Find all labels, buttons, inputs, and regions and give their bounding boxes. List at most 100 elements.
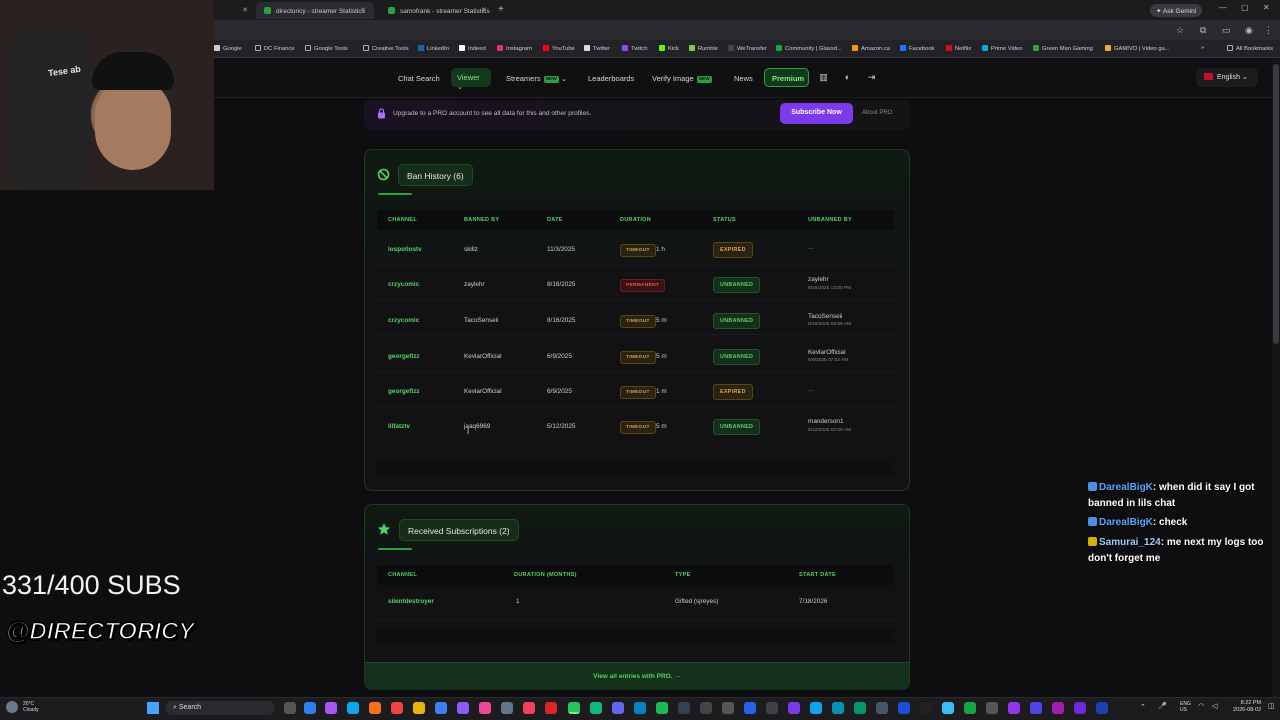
- app-icon[interactable]: [590, 702, 602, 714]
- app-icon[interactable]: [810, 702, 822, 714]
- bookmark-amazon[interactable]: Amazon.ca: [852, 45, 890, 52]
- app-icon[interactable]: [523, 702, 535, 714]
- view-all-pro-link[interactable]: View all entries with PRO. →: [365, 662, 909, 690]
- opera-icon[interactable]: [545, 702, 557, 714]
- notification-icon[interactable]: ◫: [1268, 702, 1275, 710]
- bookmark-netflix[interactable]: Netflix: [946, 45, 971, 52]
- menu-icon[interactable]: ⋮: [1264, 25, 1273, 36]
- scrollbar-thumb[interactable]: [1273, 64, 1279, 344]
- app-icon[interactable]: [678, 702, 690, 714]
- extensions-icon[interactable]: ⧉: [1200, 25, 1206, 36]
- nav-viewer[interactable]: Viewer ⌄: [451, 68, 491, 91]
- bookmark-gamivo[interactable]: GAMIVO | Video ga...: [1105, 45, 1170, 52]
- close-icon[interactable]: ✕: [360, 6, 366, 14]
- bookmark-rumble[interactable]: Rumble: [689, 45, 718, 52]
- app-icon[interactable]: [964, 702, 976, 714]
- maximize-icon[interactable]: ▢: [1241, 3, 1249, 12]
- bookmark-wetransfer[interactable]: WeTransfer: [728, 45, 767, 52]
- app-icon[interactable]: [1008, 702, 1020, 714]
- close-window-icon[interactable]: ✕: [1263, 3, 1270, 12]
- nav-chat-search[interactable]: Chat Search: [398, 74, 440, 83]
- channel-link[interactable]: lilfatztv: [388, 423, 410, 430]
- login-icon[interactable]: ⇥: [863, 68, 880, 87]
- app-icon[interactable]: [766, 702, 778, 714]
- app-icon[interactable]: [942, 702, 954, 714]
- app-icon[interactable]: [1030, 702, 1042, 714]
- minimize-icon[interactable]: —: [1219, 3, 1227, 12]
- app-icon[interactable]: [788, 702, 800, 714]
- bookmark-instagram[interactable]: Instagram: [497, 45, 532, 52]
- about-pro-link[interactable]: About PRO: [862, 110, 892, 116]
- chevron-more-icon[interactable]: »: [1201, 45, 1204, 51]
- bookmark-google-tools[interactable]: Google Tools: [305, 45, 348, 52]
- profile-icon[interactable]: ◉: [1245, 25, 1253, 36]
- language-indicator[interactable]: ENG US: [1180, 701, 1191, 713]
- language-select[interactable]: English ⌄: [1196, 68, 1258, 87]
- app-icon[interactable]: [457, 702, 469, 714]
- app-icon[interactable]: [1096, 702, 1108, 714]
- premium-button[interactable]: Premium: [764, 68, 809, 87]
- bookmark-green-man-gaming[interactable]: Green Man Gaming: [1033, 45, 1093, 52]
- close-icon[interactable]: ✕: [481, 6, 487, 14]
- bookmark-prime-video[interactable]: Prime Video: [982, 45, 1022, 52]
- tray-chevron-icon[interactable]: ⌃: [1140, 703, 1146, 711]
- app-icon[interactable]: [986, 702, 998, 714]
- task-view-icon[interactable]: [284, 702, 296, 714]
- weather-widget[interactable]: 20°C Cloudy: [23, 701, 39, 713]
- app-icon[interactable]: [1074, 702, 1086, 714]
- star-icon[interactable]: ☆: [1176, 25, 1184, 36]
- app-icon[interactable]: [744, 702, 756, 714]
- app-icon[interactable]: [501, 702, 513, 714]
- bookmark-dc-finance[interactable]: DC Finance: [255, 45, 295, 52]
- discord-icon[interactable]: ◐: [839, 68, 856, 87]
- volume-icon[interactable]: ◁: [1212, 702, 1217, 710]
- screen-icon[interactable]: ▭: [1222, 25, 1231, 36]
- taskbar-search[interactable]: ⌕ Search: [165, 701, 275, 715]
- tab-partial[interactable]: ✕: [214, 2, 256, 19]
- app-icon[interactable]: [325, 702, 337, 714]
- spotify-icon[interactable]: [656, 702, 668, 714]
- wifi-icon[interactable]: ◠: [1198, 702, 1204, 710]
- nav-leaderboards[interactable]: Leaderboards: [588, 74, 634, 83]
- tab-samofrank[interactable]: samofrank - streamer Statistics ✕: [380, 2, 495, 19]
- windows-start-icon[interactable]: [147, 702, 159, 714]
- bookmark-twitch[interactable]: Twitch: [622, 45, 647, 52]
- app-icon[interactable]: [898, 702, 910, 714]
- bookmark-google[interactable]: Google: [214, 45, 242, 52]
- bookmark-facebook[interactable]: Facebook: [900, 45, 934, 52]
- brave-icon[interactable]: [391, 702, 403, 714]
- all-bookmarks[interactable]: All Bookmarks: [1227, 45, 1273, 52]
- app-icon[interactable]: [1052, 702, 1064, 714]
- app-icon[interactable]: [722, 702, 734, 714]
- chrome-icon[interactable]: [568, 702, 580, 714]
- app-icon[interactable]: [634, 702, 646, 714]
- weather-icon[interactable]: [6, 701, 18, 713]
- taskbar-clock[interactable]: 8:22 PM 2026-08-02: [1233, 700, 1261, 714]
- channel-link[interactable]: crzycomic: [388, 317, 419, 324]
- bookmark-community[interactable]: Community | Glassd...: [776, 45, 842, 52]
- app-icon[interactable]: [479, 702, 491, 714]
- store-icon[interactable]: [435, 702, 447, 714]
- file-explorer-icon[interactable]: [413, 702, 425, 714]
- x-app-icon[interactable]: [920, 702, 932, 714]
- firefox-icon[interactable]: [369, 702, 381, 714]
- capcut-icon[interactable]: [700, 702, 712, 714]
- tab-directoricy[interactable]: directoricy - streamer Statistics ✕: [256, 2, 374, 19]
- app-icon[interactable]: [876, 702, 888, 714]
- mic-icon[interactable]: 🎤: [1158, 702, 1167, 710]
- channel-link[interactable]: lospollostv: [388, 246, 422, 253]
- bookmark-linkedin[interactable]: LinkedIn: [418, 45, 449, 52]
- chart-icon[interactable]: ▥: [815, 68, 832, 87]
- app-icon[interactable]: [832, 702, 844, 714]
- new-tab-icon[interactable]: +: [498, 4, 504, 15]
- channel-link[interactable]: silentdestroyer: [388, 598, 434, 605]
- app-icon[interactable]: [854, 702, 866, 714]
- bookmark-twitter[interactable]: Twitter: [584, 45, 610, 52]
- nav-verify-image[interactable]: Verify Image NEW: [652, 74, 712, 83]
- bookmark-youtube[interactable]: YouTube: [543, 45, 575, 52]
- bookmark-kick[interactable]: Kick: [659, 45, 679, 52]
- nav-streamers[interactable]: Streamers NEW ⌄: [506, 74, 567, 83]
- bookmark-creative-tools[interactable]: Creative Tools: [363, 45, 409, 52]
- edge-icon[interactable]: [347, 702, 359, 714]
- nav-news[interactable]: News: [734, 74, 753, 83]
